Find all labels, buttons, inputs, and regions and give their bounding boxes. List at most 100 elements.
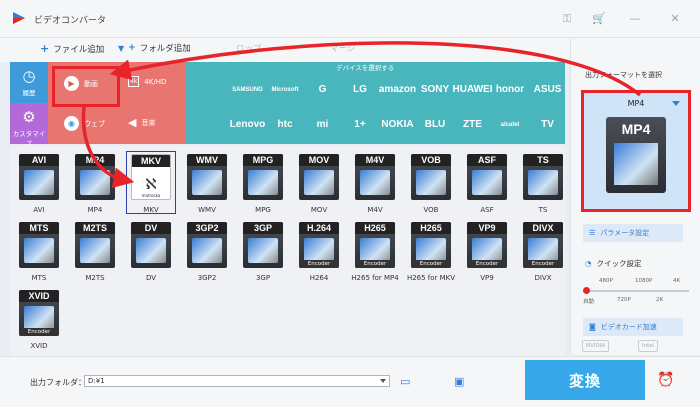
format-ts[interactable]: TS TS [518, 150, 568, 216]
format-name: MP4 [87, 206, 103, 214]
format-name: DV [145, 274, 157, 282]
format-wmv[interactable]: WMV WMV [182, 150, 232, 216]
folder-plus-icon: + [128, 43, 136, 53]
device-zte-icon[interactable]: ZTE [453, 108, 493, 141]
4k-category[interactable]: 4k 4K/HD [128, 76, 166, 87]
format-thumbnail: MPG [243, 154, 283, 200]
video-highlight-box [52, 66, 120, 107]
format-mp4[interactable]: MP4 MP4 [70, 150, 120, 216]
gpu-acceleration-button[interactable]: ◙ ビデオカード加速 [583, 318, 683, 336]
alarm-clock-icon[interactable]: ⏰ [657, 372, 674, 388]
device-sony-icon[interactable]: SONY [415, 73, 455, 106]
device-amazon-icon[interactable]: amazon [378, 73, 418, 106]
dropdown-arrow-icon[interactable] [380, 379, 386, 383]
format-mpg[interactable]: MPG MPG [238, 150, 288, 216]
gear-icon: ⚙ [22, 108, 36, 126]
browse-folder-icon[interactable]: ▭ [400, 375, 414, 388]
quality-slider[interactable] [585, 290, 689, 292]
web-category[interactable]: ◉ ウェブ [64, 116, 105, 131]
format-thumbnail: 3GP2 [187, 222, 227, 268]
film-art-icon [24, 170, 54, 195]
format-thumbnail: MTS [19, 222, 59, 268]
device-blu-icon[interactable]: BLU [415, 108, 455, 141]
add-file-button[interactable]: + ファイル追加 [40, 42, 104, 55]
format-thumbnail: MOV [299, 154, 339, 200]
device-samsung-icon[interactable]: SAMSUNG [228, 73, 268, 106]
format-thumbnail: H.264 Encoder [299, 222, 339, 268]
format-vp9[interactable]: VP9 Encoder VP9 [462, 218, 512, 284]
format-thumbnail: MP4 [75, 154, 115, 200]
output-folder-label: 出力フォルダ： [30, 378, 86, 387]
key-icon[interactable]: ⚿ [560, 12, 574, 26]
device-nokia-icon[interactable]: NOKIA [378, 108, 418, 141]
format-m4v[interactable]: M4V M4V [350, 150, 400, 216]
device-g-icon[interactable]: G [303, 73, 343, 106]
format-h265-for-mkv[interactable]: H265 Encoder H265 for MKV [406, 218, 456, 284]
format-name: VOB [423, 206, 439, 214]
format-thumbnail: WMV [187, 154, 227, 200]
format-thumbnail: TS [523, 154, 563, 200]
format-name: H264 [309, 274, 329, 282]
format-3gp2[interactable]: 3GP2 3GP2 [182, 218, 232, 284]
format-xvid[interactable]: XVID Encoder XVID [14, 286, 64, 352]
sliders-icon: ☰ [589, 229, 596, 237]
film-art-icon [80, 170, 110, 195]
cart-icon[interactable]: 🛒 [592, 12, 606, 26]
format-thumbnail: M4V [355, 154, 395, 200]
format-divx[interactable]: DIVX Encoder DIVX [518, 218, 568, 284]
format-vob[interactable]: VOB VOB [406, 150, 456, 216]
title-bar: ビデオコンバータ ⚿ 🛒 — ✕ [0, 0, 700, 38]
open-folder-icon[interactable]: ▣ [454, 375, 468, 388]
film-art-icon [614, 143, 658, 185]
format-thumbnail: H265 Encoder [355, 222, 395, 268]
format-dv[interactable]: DV DV [126, 218, 176, 284]
slider-handle[interactable] [583, 287, 590, 294]
minimize-icon[interactable]: — [628, 12, 642, 26]
device-apple-icon[interactable] [190, 73, 230, 106]
format-m2ts[interactable]: M2TS M2TS [70, 218, 120, 284]
device-htc-icon[interactable]: htc [265, 108, 305, 141]
output-panel: 出力フォーマットを選択 MP4 MP4 ☰ パラメータ設定 ◔ クイック設定 4… [570, 38, 700, 355]
output-format-selector[interactable]: MP4 MP4 [581, 90, 691, 212]
device-huawei-icon[interactable]: HUAWEI [453, 73, 493, 106]
format-avi[interactable]: AVI AVI [14, 150, 64, 216]
format-name: MPG [255, 206, 271, 214]
parameter-settings-button[interactable]: ☰ パラメータ設定 [583, 224, 683, 242]
output-format-title: 出力フォーマットを選択 [585, 71, 662, 79]
format-thumbnail: XVID Encoder [19, 290, 59, 336]
device-lg-icon[interactable]: LG [340, 73, 380, 106]
merge-button[interactable]: マージ [330, 42, 355, 54]
crop-button[interactable]: ロップ [236, 42, 262, 54]
history-tab[interactable]: ◷ 履歴 [10, 62, 48, 103]
format-mov[interactable]: MOV MOV [294, 150, 344, 216]
device-asus-icon[interactable]: ASUS [528, 73, 568, 106]
format-h265-for-mp4[interactable]: H265 Encoder H265 for MP4 [350, 218, 400, 284]
format-thumbnail: VP9 Encoder [467, 222, 507, 268]
device-mi-icon[interactable]: mi [303, 108, 343, 141]
format-preview: MP4 [606, 117, 666, 193]
film-art-icon [192, 238, 222, 263]
format-h264[interactable]: H.264 Encoder H264 [294, 218, 344, 284]
add-folder-button[interactable]: ▼ + フォルダ追加 [118, 42, 191, 54]
chevron-down-icon [672, 101, 680, 106]
film-art-icon [472, 170, 502, 195]
speed-icon: ◔ [585, 259, 592, 268]
audio-category[interactable]: ◀ 音楽 [128, 116, 155, 129]
device-alcatel-icon[interactable]: alcatel [490, 108, 530, 141]
device-tv-icon[interactable]: TV [528, 108, 568, 141]
device-apple-icon[interactable] [190, 108, 230, 141]
close-icon[interactable]: ✕ [668, 12, 682, 26]
format-asf[interactable]: ASF ASF [462, 150, 512, 216]
bottom-bar: 出力フォルダ： D:¥1 ▭ ▣ 変換 ⏰ [0, 356, 700, 407]
format-mts[interactable]: MTS MTS [14, 218, 64, 284]
device-lenovo-icon[interactable]: Lenovo [228, 108, 268, 141]
custom-tab[interactable]: ⚙ カスタマイズ [10, 103, 48, 148]
output-folder-input[interactable]: D:¥1 [84, 375, 390, 387]
device-microsoft-icon[interactable]: Microsoft [265, 73, 305, 106]
convert-button[interactable]: 変換 [525, 360, 645, 400]
device-honor-icon[interactable]: honor [490, 73, 530, 106]
device-1-icon[interactable]: 1+ [340, 108, 380, 141]
history-icon: ◷ [22, 67, 36, 85]
format-name: M2TS [85, 274, 105, 282]
format-3gp[interactable]: 3GP 3GP [238, 218, 288, 284]
